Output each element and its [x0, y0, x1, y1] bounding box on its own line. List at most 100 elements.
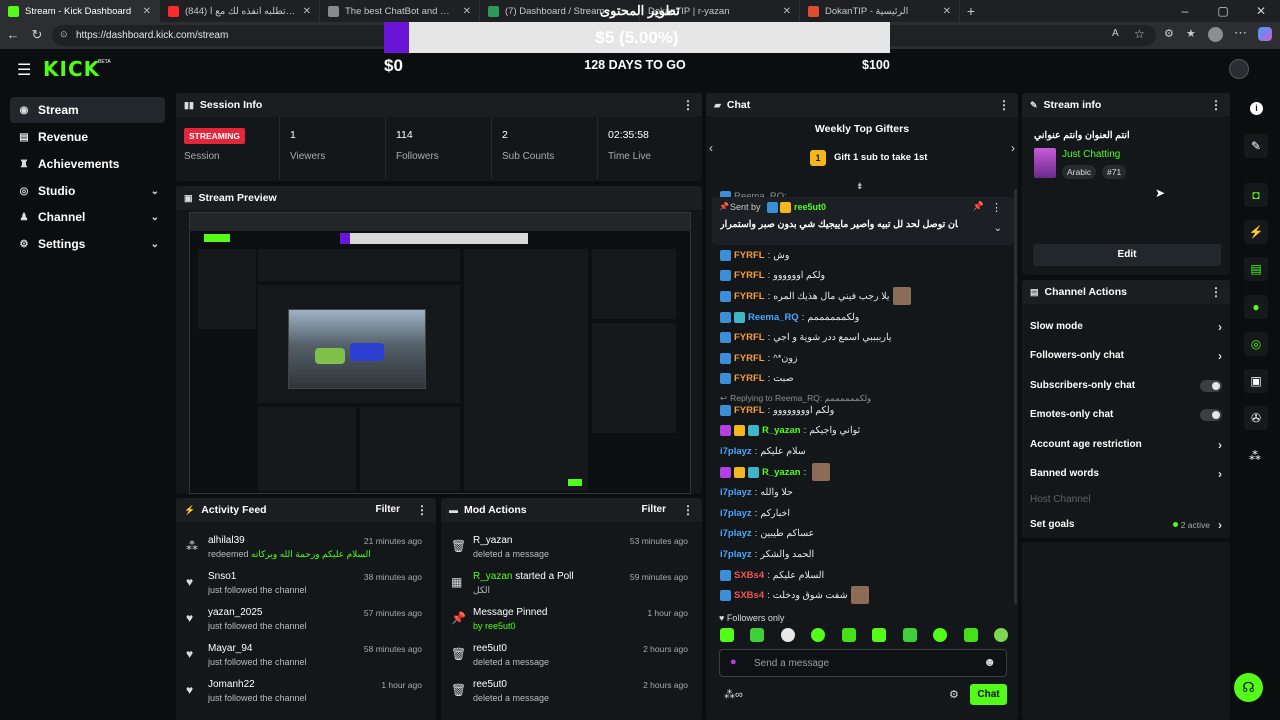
info-icon[interactable]: i	[1250, 102, 1263, 115]
gifters-next-icon[interactable]: ›	[1011, 141, 1015, 155]
chat-username[interactable]: FYRFL	[734, 373, 765, 384]
chevron-down-icon[interactable]: ⌄	[151, 239, 159, 250]
more-options-icon[interactable]: ⋮	[998, 98, 1010, 112]
apps-icon[interactable]: ⁂	[1249, 449, 1261, 463]
chat-settings-icon[interactable]: ⚙	[949, 688, 959, 701]
chat-username[interactable]: i7playz	[720, 549, 752, 560]
close-icon[interactable]: ✕	[943, 6, 951, 17]
user-avatar[interactable]	[1229, 59, 1249, 79]
activity-user[interactable]: yazan_2025	[208, 607, 263, 618]
pinned-message[interactable]: 📌 Sent by ree5ut0 استمر عشان توصل لحد لل…	[712, 197, 1014, 245]
chat-input[interactable]: ● Send a message ☻	[719, 649, 1007, 677]
chat-icon[interactable]: ●	[1244, 295, 1268, 319]
unpin-icon[interactable]: 📌	[973, 201, 984, 212]
browser-tab-0[interactable]: Stream - Kick Dashboard ✕	[0, 0, 160, 22]
close-icon[interactable]: ✕	[303, 6, 311, 17]
chat-username[interactable]: Reema_RQ	[748, 312, 799, 323]
emote-icon[interactable]	[780, 628, 795, 642]
close-icon[interactable]: ✕	[783, 6, 791, 17]
emote-icon[interactable]	[963, 628, 978, 642]
mod-action-user[interactable]: ree5ut0	[473, 643, 507, 654]
window-close-icon[interactable]: ✕	[1242, 0, 1280, 22]
gift-cta[interactable]: Gift 1 sub to take 1st	[834, 152, 927, 163]
emote-icon[interactable]	[993, 628, 1008, 642]
chat-username[interactable]: FYRFL	[734, 405, 765, 416]
browser-tab-2[interactable]: The best ChatBot and Widgets fo ✕	[320, 0, 480, 22]
emote-icon[interactable]	[750, 628, 765, 642]
profile-avatar[interactable]	[1208, 27, 1223, 42]
slow-mode-row[interactable]: Slow mode ›	[1022, 312, 1230, 341]
sidebar-item-stream[interactable]: ◉ Stream	[10, 97, 165, 123]
chat-username[interactable]: FYRFL	[734, 250, 765, 261]
chat-username[interactable]: i7playz	[720, 508, 752, 519]
chat-scroll-top-icon[interactable]: ⇟	[856, 181, 864, 192]
document-icon[interactable]: ▤	[1244, 257, 1268, 281]
new-tab-icon[interactable]: +	[960, 0, 982, 22]
chat-username[interactable]: i7playz	[720, 528, 752, 539]
sidebar-item-revenue[interactable]: ▤ Revenue	[10, 124, 165, 150]
mod-action-user[interactable]: R_yazan	[473, 535, 512, 546]
broadcast-icon[interactable]: ◎	[1244, 332, 1268, 356]
stream-category[interactable]: Just Chatting	[1062, 149, 1120, 160]
favorites-icon[interactable]: ★	[1186, 27, 1196, 40]
emote-icon[interactable]	[933, 628, 948, 642]
wrench-icon[interactable]: ✇	[1244, 406, 1268, 430]
chat-username[interactable]: R_yazan	[762, 425, 801, 436]
hamburger-menu-icon[interactable]: ☰	[17, 60, 31, 80]
stream-tag[interactable]: Arabic	[1062, 165, 1097, 179]
browser-tab-5[interactable]: DokanTIP - الرئيسية ✕	[800, 0, 960, 22]
edit-pencil-icon[interactable]: ✎	[1244, 134, 1268, 158]
edit-button[interactable]: Edit	[1033, 244, 1221, 266]
browser-tab-1[interactable]: (844) اي طلب تطلبه انفذه لك مع ا ✕	[160, 0, 320, 22]
back-icon[interactable]: ←	[2, 27, 24, 42]
read-aloud-icon[interactable]: A	[1112, 28, 1119, 39]
subscribers-only-toggle[interactable]	[1200, 379, 1222, 392]
lightning-icon[interactable]: ⚡	[1244, 220, 1268, 244]
emote-icon[interactable]	[902, 628, 917, 642]
emoji-icon[interactable]: ☻	[983, 655, 996, 669]
kick-logo[interactable]: KICK	[43, 57, 100, 81]
maximize-icon[interactable]: ▢	[1204, 0, 1242, 22]
chat-username[interactable]: FYRFL	[734, 353, 765, 364]
close-icon[interactable]: ✕	[143, 6, 151, 17]
chat-username[interactable]: FYRFL	[734, 332, 765, 343]
chat-username[interactable]: i7playz	[720, 487, 752, 498]
emote-icon[interactable]	[811, 628, 826, 642]
activity-user[interactable]: Jomanh22	[208, 679, 255, 690]
support-chat-icon[interactable]: ☊	[1234, 673, 1263, 702]
chat-send-button[interactable]: Chat	[970, 684, 1007, 705]
more-options-icon[interactable]: ⋮	[416, 503, 428, 517]
more-options-icon[interactable]: ⋮	[682, 503, 694, 517]
favorite-star-icon[interactable]: ☆	[1134, 27, 1145, 41]
chat-username[interactable]: SXBs4	[734, 570, 764, 581]
sidebar-item-studio[interactable]: ◎ Studio ⌄	[10, 178, 165, 204]
gifters-prev-icon[interactable]: ‹	[709, 141, 713, 155]
mod-action-user[interactable]: R_yazan	[473, 571, 512, 582]
stream-preview-video[interactable]	[189, 212, 691, 494]
menu-dots-icon[interactable]: ⋯	[1234, 25, 1247, 41]
more-options-icon[interactable]: ⋮	[1210, 98, 1222, 112]
chevron-down-icon[interactable]: ⌄	[994, 223, 1002, 234]
layout-icon[interactable]: ▣	[1244, 369, 1268, 393]
emote-icon[interactable]	[720, 628, 734, 642]
chat-username[interactable]: i7playz	[720, 446, 752, 457]
chat-username[interactable]: FYRFL	[734, 270, 765, 281]
sidebar-item-settings[interactable]: ⚙ Settings ⌄	[10, 231, 165, 257]
filter-button[interactable]: Filter	[376, 504, 400, 515]
chat-scrollbar[interactable]	[1014, 189, 1017, 604]
sidebar-item-channel[interactable]: ♟ Channel ⌄	[10, 204, 165, 230]
minimize-icon[interactable]: –	[1166, 0, 1204, 22]
mic-icon[interactable]: ●	[730, 656, 737, 668]
screen-capture-icon[interactable]: ◘	[1244, 183, 1268, 207]
emotes-only-toggle[interactable]	[1200, 408, 1222, 421]
activity-user[interactable]: alhilal39	[208, 535, 245, 546]
sidebar-item-achievements[interactable]: ♜ Achievements	[10, 151, 165, 177]
pinned-author[interactable]: ree5ut0	[794, 202, 826, 212]
more-options-icon[interactable]: ⋮	[1210, 285, 1222, 299]
stream-tag[interactable]: #71	[1102, 165, 1127, 179]
close-icon[interactable]: ✕	[463, 6, 471, 17]
chat-username[interactable]: R_yazan	[762, 467, 801, 478]
banned-words-row[interactable]: Banned words ›	[1022, 459, 1230, 488]
chevron-down-icon[interactable]: ⌄	[151, 212, 159, 223]
chevron-down-icon[interactable]: ⌄	[151, 186, 159, 197]
